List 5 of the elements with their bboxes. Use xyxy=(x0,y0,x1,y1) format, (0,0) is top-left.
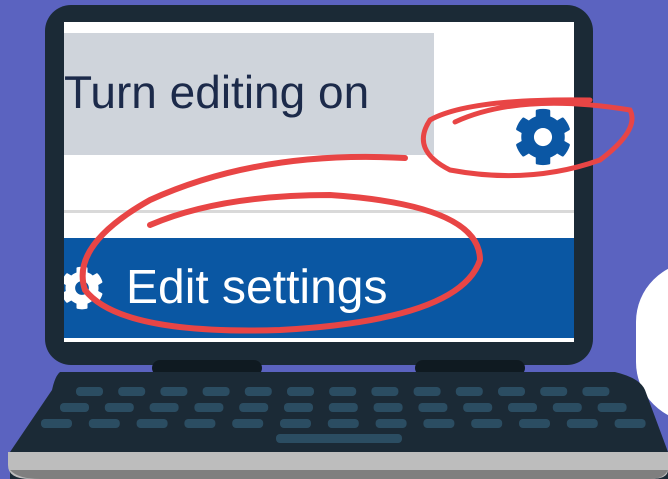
turn-editing-on-button[interactable]: Turn editing on xyxy=(64,33,434,155)
settings-icon xyxy=(64,266,104,310)
edit-settings-menu-item[interactable]: Edit settings xyxy=(64,238,574,338)
settings-icon[interactable] xyxy=(514,108,572,166)
menu-item-label: Edit settings xyxy=(126,264,388,312)
